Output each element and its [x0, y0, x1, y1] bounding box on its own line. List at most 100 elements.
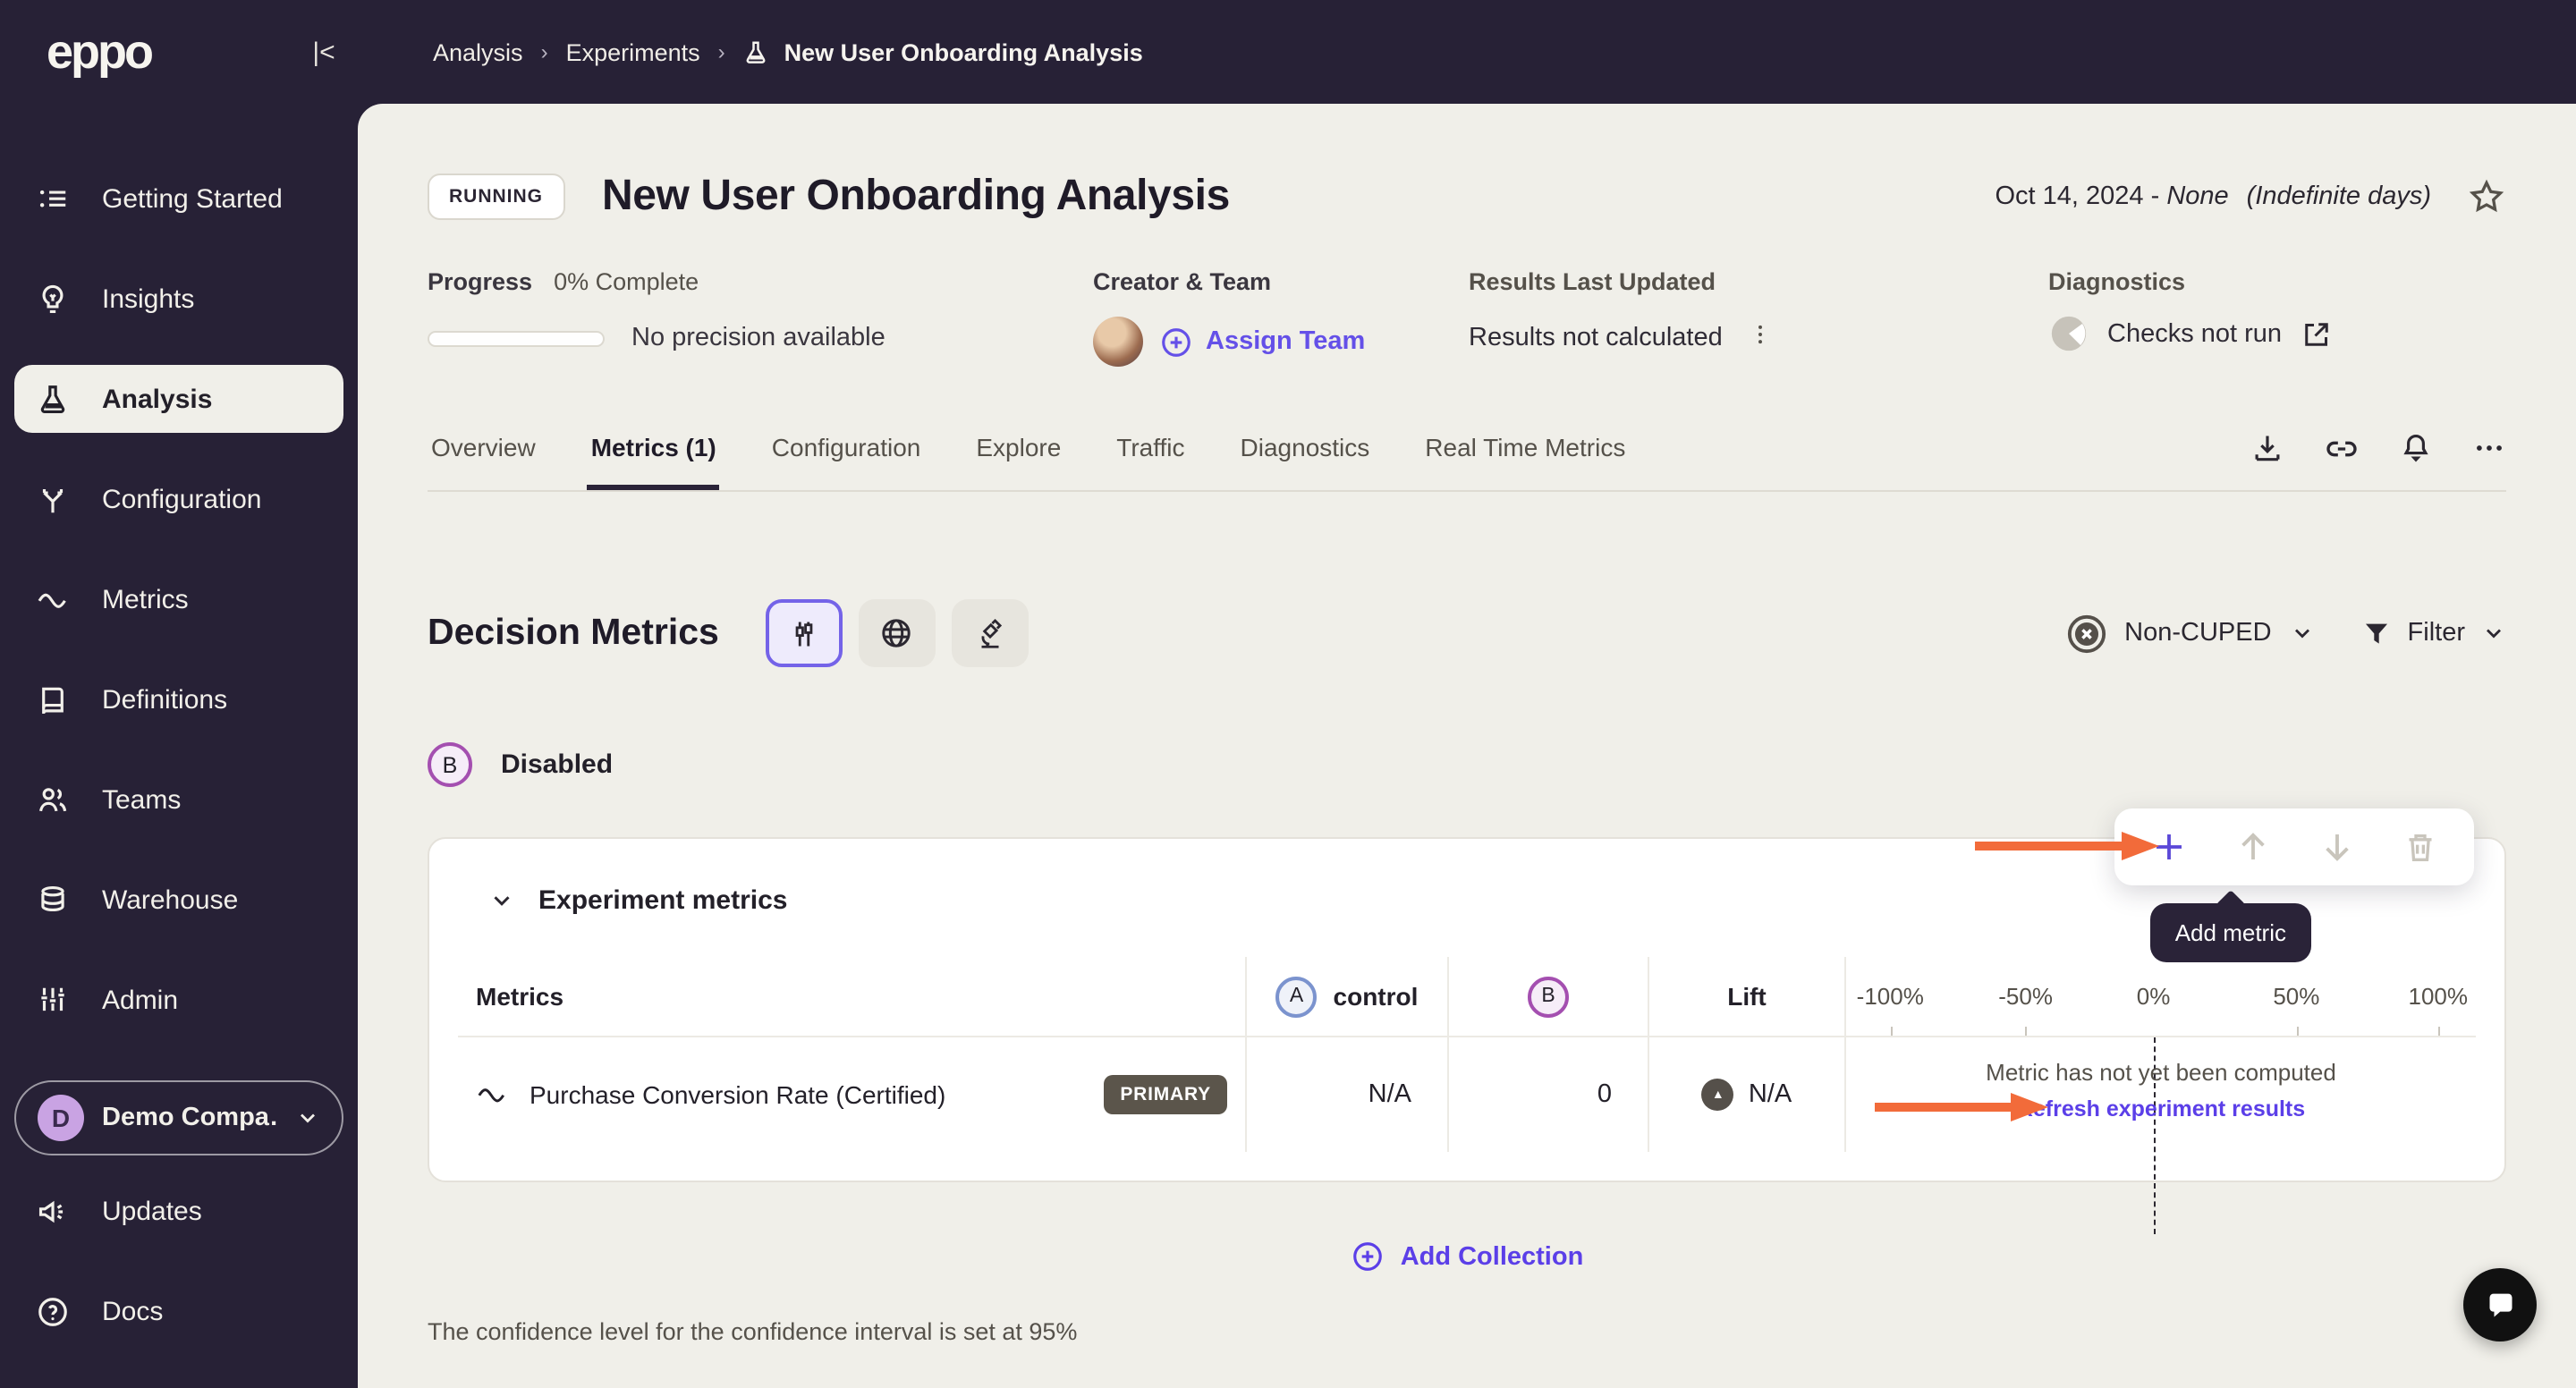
sidebar-item-analysis[interactable]: Analysis [14, 365, 343, 433]
database-icon [36, 883, 70, 917]
creator-block: Creator & Team Assign Team [1093, 268, 1469, 367]
card-title: Experiment metrics [538, 885, 787, 916]
metric-name[interactable]: Purchase Conversion Rate (Certified) [530, 1080, 1104, 1109]
trash-icon [2402, 829, 2438, 865]
annotation-arrow-refresh [1871, 1091, 2050, 1123]
status-badge: RUNNING [428, 174, 564, 220]
tab-metrics[interactable]: Metrics (1) [588, 406, 720, 490]
more-options-icon[interactable] [2472, 431, 2506, 465]
progress-block: Progress 0% Complete No precision availa… [428, 268, 1093, 367]
chevron-down-icon [2481, 621, 2506, 646]
breadcrumb: Analysis › Experiments › New User Onboar… [433, 38, 1143, 65]
variant-b-badge: B [1528, 976, 1569, 1017]
variation-status: B Disabled [428, 742, 2506, 787]
creator-avatar[interactable] [1093, 317, 1143, 367]
tab-diagnostics[interactable]: Diagnostics [1237, 406, 1374, 490]
breadcrumb-analysis[interactable]: Analysis [433, 38, 523, 65]
sidebar: Getting Started Insights Analysis Config… [0, 104, 358, 1388]
confidence-note: The confidence level for the confidence … [428, 1318, 2506, 1345]
tab-explore[interactable]: Explore [972, 406, 1064, 490]
trend-icon [36, 582, 70, 616]
sliders-icon [36, 983, 70, 1017]
axis-label: -50% [1998, 983, 2053, 1010]
experiment-metrics-card: Add metric Experiment metrics Metrics A … [428, 837, 2506, 1182]
progress-label: Progress [428, 268, 532, 295]
non-cuped-icon [2065, 613, 2106, 654]
sidebar-item-docs[interactable]: Docs [14, 1277, 343, 1345]
microscope-icon [973, 616, 1007, 650]
help-icon [36, 1294, 70, 1328]
move-down-button[interactable] [2318, 828, 2356, 866]
kebab-menu-icon[interactable] [1748, 320, 1773, 356]
plus-circle-icon [1159, 325, 1193, 359]
experiment-header: RUNNING New User Onboarding Analysis Oct… [428, 172, 2506, 222]
view-confidence-intervals-button[interactable] [766, 599, 843, 667]
axis-label: 100% [2409, 983, 2469, 1010]
sidebar-item-insights[interactable]: Insights [14, 265, 343, 333]
metric-trend-icon [476, 1079, 508, 1111]
experiment-meta: Progress 0% Complete No precision availa… [428, 268, 2506, 367]
lightbulb-icon [36, 282, 70, 316]
tab-real-time-metrics[interactable]: Real Time Metrics [1421, 406, 1629, 490]
link-icon[interactable] [2324, 430, 2360, 466]
star-icon[interactable] [2467, 177, 2506, 216]
decision-metrics-header: Decision Metrics Non-CUPED [428, 599, 2506, 667]
sidebar-item-definitions[interactable]: Definitions [14, 665, 343, 733]
chevron-down-icon [2290, 621, 2315, 646]
delete-metric-button[interactable] [2402, 829, 2438, 865]
tab-traffic[interactable]: Traffic [1113, 406, 1188, 490]
chevron-down-icon [295, 1105, 320, 1130]
metrics-toolbar [2114, 808, 2474, 885]
assign-team-button[interactable]: Assign Team [1159, 325, 1365, 359]
lift-direction-icon: ▲ [1702, 1079, 1734, 1111]
variant-b-badge: B [428, 742, 472, 787]
sidebar-item-admin[interactable]: Admin [14, 966, 343, 1034]
variant-b-status: Disabled [501, 749, 613, 780]
external-link-icon[interactable] [2300, 317, 2332, 350]
megaphone-icon [36, 1194, 70, 1228]
move-up-button[interactable] [2234, 828, 2272, 866]
sidebar-item-updates[interactable]: Updates [14, 1177, 343, 1245]
funnel-icon [2361, 618, 2392, 648]
workspace-switcher[interactable]: D Demo Compa… [14, 1080, 343, 1155]
plus-circle-icon [1351, 1240, 1385, 1274]
results-block: Results Last Updated Results not calcula… [1469, 268, 2005, 367]
download-icon[interactable] [2250, 431, 2284, 465]
sidebar-item-configuration[interactable]: Configuration [14, 465, 343, 533]
breadcrumb-experiments[interactable]: Experiments [566, 38, 700, 65]
tab-configuration[interactable]: Configuration [768, 406, 925, 490]
variant-b-value-cell: 0 [1447, 1037, 1648, 1152]
sidebar-collapse-icon[interactable]: |< [297, 37, 351, 67]
col-header-variant-b: B [1447, 957, 1648, 1036]
metric-row[interactable]: Purchase Conversion Rate (Certified) PRI… [458, 1037, 2476, 1152]
view-global-button[interactable] [859, 599, 936, 667]
workspace-name: Demo Compa… [102, 1104, 277, 1132]
lift-chart-cell: Metric has not yet been computed Refresh… [1844, 1037, 2476, 1152]
sidebar-item-metrics[interactable]: Metrics [14, 565, 343, 633]
diagnostics-label: Diagnostics [2048, 268, 2332, 295]
add-collection-button[interactable]: Add Collection [428, 1240, 2506, 1274]
cuped-toggle[interactable]: Non-CUPED [2065, 613, 2314, 654]
chat-widget-button[interactable] [2463, 1268, 2537, 1341]
workspace-avatar: D [38, 1095, 84, 1141]
chevron-down-icon[interactable] [488, 887, 515, 914]
lift-value-cell: ▲ N/A [1648, 1037, 1844, 1152]
progress-complete: 0% Complete [554, 268, 699, 295]
results-label: Results Last Updated [1469, 268, 2005, 295]
col-header-lift: Lift [1648, 957, 1844, 1036]
candlestick-icon [787, 616, 821, 650]
chat-icon [2482, 1287, 2518, 1323]
tab-overview[interactable]: Overview [428, 406, 539, 490]
eppo-logo[interactable]: eppo [47, 24, 204, 80]
progress-bar [428, 330, 605, 346]
sidebar-item-warehouse[interactable]: Warehouse [14, 866, 343, 934]
page-title: New User Onboarding Analysis [602, 172, 1230, 222]
sidebar-item-teams[interactable]: Teams [14, 766, 343, 834]
sidebar-item-getting-started[interactable]: Getting Started [14, 165, 343, 233]
view-deep-dive-button[interactable] [952, 599, 1029, 667]
bell-icon[interactable] [2399, 431, 2433, 465]
filter-button[interactable]: Filter [2361, 618, 2506, 648]
section-title: Decision Metrics [428, 612, 719, 655]
axis-label: 50% [2273, 983, 2319, 1010]
tabs-bar: Overview Metrics (1) Configuration Explo… [428, 406, 2506, 492]
